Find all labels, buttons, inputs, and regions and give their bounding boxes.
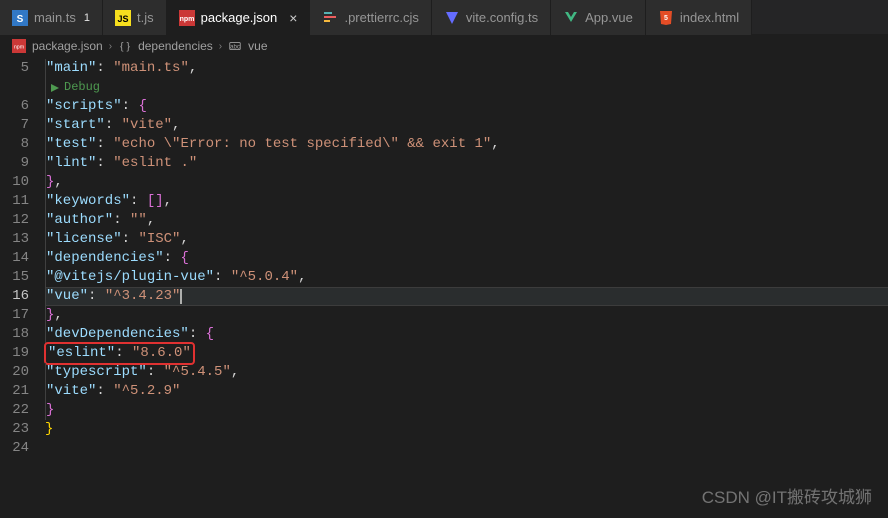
breadcrumb[interactable]: npm package.json › { } dependencies › ab… — [0, 35, 888, 57]
npm-icon: npm — [179, 10, 195, 26]
tab-main-ts[interactable]: S main.ts 1 — [0, 0, 103, 35]
tab-label: App.vue — [585, 10, 633, 25]
vite-icon — [444, 10, 460, 26]
chevron-right-icon: › — [219, 41, 222, 52]
svg-text:abc: abc — [230, 44, 240, 51]
js-icon: JS — [115, 10, 131, 26]
svg-text:JS: JS — [118, 14, 129, 24]
tab-label: .prettierrc.cjs — [344, 10, 418, 25]
tabs-bar: S main.ts 1 JS t.js npm package.json × .… — [0, 0, 888, 35]
chevron-right-icon: › — [109, 41, 112, 52]
cursor — [180, 289, 182, 304]
svg-text:{ }: { } — [120, 41, 130, 53]
tab-label: vite.config.ts — [466, 10, 538, 25]
vue-icon — [563, 10, 579, 26]
line-gutter: 5 6 7 8 9 10 11 12 13 14 15 16 17 18 19 … — [0, 57, 45, 518]
debug-codelens[interactable]: Debug — [46, 78, 100, 97]
eslint-highlight: "eslint": "8.6.0" — [46, 344, 193, 363]
tab-badge: 1 — [84, 12, 90, 24]
ts-icon: S — [12, 10, 28, 26]
code-area[interactable]: "main": "main.ts", Debug "scripts": { "s… — [45, 57, 888, 518]
string-icon: abc — [228, 39, 242, 53]
tab-label: package.json — [201, 10, 278, 25]
tab-label: main.ts — [34, 10, 76, 25]
svg-text:npm: npm — [179, 16, 194, 23]
breadcrumb-section[interactable]: dependencies — [138, 39, 213, 53]
svg-text:npm: npm — [14, 45, 25, 51]
tab-app-vue[interactable]: App.vue — [551, 0, 646, 35]
tab-package-json[interactable]: npm package.json × — [167, 0, 311, 35]
breadcrumb-file[interactable]: package.json — [32, 39, 103, 53]
tab-t-js[interactable]: JS t.js — [103, 0, 167, 35]
tab-vite-config[interactable]: vite.config.ts — [432, 0, 551, 35]
svg-text:S: S — [17, 14, 24, 25]
breadcrumb-key[interactable]: vue — [248, 39, 267, 53]
editor: 5 6 7 8 9 10 11 12 13 14 15 16 17 18 19 … — [0, 57, 888, 518]
npm-icon: npm — [12, 39, 26, 53]
tab-index-html[interactable]: 5 index.html — [646, 0, 752, 35]
prettier-icon — [322, 10, 338, 26]
watermark: CSDN @IT搬砖攻城狮 — [702, 483, 872, 508]
tab-label: t.js — [137, 10, 154, 25]
braces-icon: { } — [118, 39, 132, 53]
tab-label: index.html — [680, 10, 739, 25]
tab-prettierrc[interactable]: .prettierrc.cjs — [310, 0, 431, 35]
html-icon: 5 — [658, 10, 674, 26]
svg-text:5: 5 — [664, 15, 668, 22]
close-icon[interactable]: × — [289, 10, 297, 26]
